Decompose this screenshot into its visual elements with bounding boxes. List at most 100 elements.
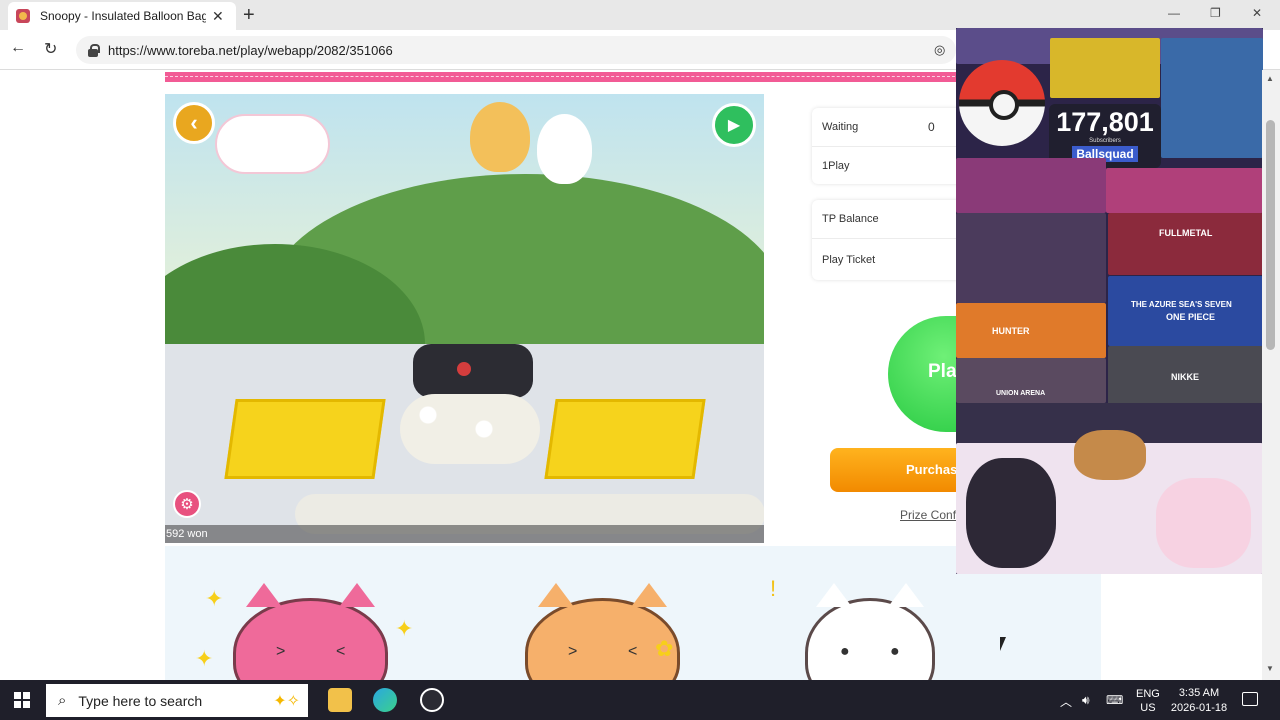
cat-eye: > xyxy=(568,643,578,660)
overlay-box xyxy=(956,303,1106,358)
tab-favicon-icon xyxy=(16,9,30,23)
prize-confirmation-link[interactable]: Prize Confi xyxy=(900,508,959,522)
pink-cat-illustration: > < xyxy=(233,583,388,680)
star-icon: ✦ xyxy=(205,586,224,611)
minimize-icon[interactable]: — xyxy=(1168,6,1180,20)
language-indicator[interactable]: ENG US xyxy=(1136,687,1160,715)
scroll-thumb[interactable] xyxy=(1266,120,1275,350)
back-button[interactable]: ‹ xyxy=(173,102,215,144)
queue-panel: Waiting 0 1Play xyxy=(812,108,972,184)
play-button-label: Pla xyxy=(928,361,957,382)
url-field[interactable]: https://www.toreba.net/play/webapp/2082/… xyxy=(76,36,956,64)
eevee-art xyxy=(1074,430,1146,480)
subscriber-label: Subscribers xyxy=(1089,138,1121,144)
region-code: US xyxy=(1140,702,1156,714)
overlay-gold-art xyxy=(1050,38,1160,98)
cat-ear xyxy=(816,583,852,607)
overlay-blue-box xyxy=(1161,38,1263,158)
cat-ear xyxy=(888,583,924,607)
reload-icon[interactable]: ↻ xyxy=(44,39,57,59)
start-tile xyxy=(14,701,21,708)
cat-eye: < xyxy=(628,643,638,660)
prize-holder xyxy=(413,344,533,398)
camera-switch-button[interactable]: ▶ xyxy=(712,103,756,147)
machine-sign xyxy=(215,114,330,174)
file-explorer-icon[interactable] xyxy=(328,688,352,712)
plays-row: 1Play xyxy=(812,146,972,184)
white-cat-illustration: ● ● xyxy=(805,583,935,680)
pokeball-icon xyxy=(959,60,1045,146)
edge-icon[interactable] xyxy=(373,688,397,712)
maximize-icon[interactable]: ❐ xyxy=(1210,6,1221,20)
overlay-box xyxy=(956,213,1106,303)
cat-ear xyxy=(538,583,574,607)
won-count: 592 won xyxy=(166,528,208,540)
waiting-count: 0 xyxy=(928,120,935,134)
cat-eye: < xyxy=(336,643,346,660)
notification-icon[interactable] xyxy=(1242,692,1258,706)
obs-icon[interactable] xyxy=(420,688,444,712)
url-text: https://www.toreba.net/play/webapp/2082/… xyxy=(108,42,393,58)
won-bar: 592 won xyxy=(165,525,764,543)
search-icon: ⌕ xyxy=(58,692,67,709)
browser-tab[interactable]: Snoopy - Insulated Balloon Bag S ✕ xyxy=(8,2,236,30)
search-placeholder: Type here to search xyxy=(78,692,203,709)
waiting-row: Waiting 0 xyxy=(812,108,972,146)
overlay-box xyxy=(956,158,1106,213)
prize-tray xyxy=(544,399,706,479)
waiting-label: Waiting xyxy=(822,121,859,133)
umbreon-art xyxy=(966,458,1056,568)
star-icon: ✦ xyxy=(195,646,214,671)
cat-ear xyxy=(631,583,667,607)
box-label: NIKKE xyxy=(1171,372,1200,382)
scroll-down-icon[interactable]: ▼ xyxy=(1266,664,1274,673)
gear-icon[interactable]: ⚙ xyxy=(173,490,201,518)
overlay-box xyxy=(1108,276,1263,346)
exclamation-icon: ! xyxy=(770,576,777,601)
clock-date: 2026-01-18 xyxy=(1170,702,1228,714)
stream-overlay: 177,801 Subscribers Ballsquad FULLMETAL … xyxy=(956,28,1263,574)
cat-ear xyxy=(246,583,282,607)
search-highlight-icon: ✦✧ xyxy=(273,693,300,710)
page-scrollbar[interactable]: ▲ ▼ xyxy=(1262,70,1280,680)
sylveon-art xyxy=(1156,478,1251,568)
start-tile xyxy=(23,701,30,708)
close-window-icon[interactable]: ✕ xyxy=(1252,6,1262,20)
cat-eye: ● xyxy=(840,643,850,660)
eye-off-icon[interactable]: ◎ xyxy=(934,42,945,58)
plays-label: 1Play xyxy=(822,159,850,172)
box-label: ONE PIECE xyxy=(1166,312,1216,322)
chevron-up-icon[interactable]: ︿ xyxy=(1060,693,1072,710)
tab-bar: Snoopy - Insulated Balloon Bag S ✕ + — ❐… xyxy=(0,0,1280,30)
start-tile xyxy=(23,692,30,699)
box-label: HUNTER xyxy=(992,326,1030,336)
language-code: ENG xyxy=(1136,688,1160,700)
game-video: ‹ ▶ ⚙ 592 won xyxy=(165,94,764,543)
cat-figure xyxy=(470,102,530,172)
overlay-box xyxy=(1106,168,1263,213)
header-strip xyxy=(165,72,965,82)
keyboard-icon[interactable]: ⌨ xyxy=(1106,693,1123,707)
windows-start-icon[interactable] xyxy=(14,692,30,708)
pompom-icon: ✿ xyxy=(655,636,674,661)
cat-figure xyxy=(537,114,592,184)
overlay-box xyxy=(1108,213,1263,275)
tp-balance-row: TP Balance xyxy=(812,200,972,238)
balance-panel: TP Balance Play Ticket xyxy=(812,200,972,280)
purchase-button-label: Purchas xyxy=(906,462,958,477)
balls-pile xyxy=(400,394,540,464)
tab-close-icon[interactable]: ✕ xyxy=(212,8,224,25)
system-clock[interactable]: 3:35 AM 2026-01-18 xyxy=(1166,686,1232,716)
new-tab-button[interactable]: + xyxy=(243,4,255,27)
box-label: UNION ARENA xyxy=(996,390,1046,397)
taskbar-search-input[interactable]: ⌕ Type here to search ✦✧ xyxy=(46,684,308,717)
camera-icon: ▶ xyxy=(727,117,741,134)
tp-balance-label: TP Balance xyxy=(822,213,879,225)
subscriber-count: 177,801 xyxy=(1056,107,1154,137)
back-arrow-icon[interactable]: ← xyxy=(10,39,26,57)
box-label: FULLMETAL xyxy=(1159,228,1213,238)
speaker-icon[interactable]: 🔊︎ xyxy=(1082,693,1090,708)
play-ticket-label: Play Ticket xyxy=(822,253,876,266)
scroll-up-icon[interactable]: ▲ xyxy=(1266,74,1274,83)
cat-eye: ● xyxy=(890,643,900,660)
